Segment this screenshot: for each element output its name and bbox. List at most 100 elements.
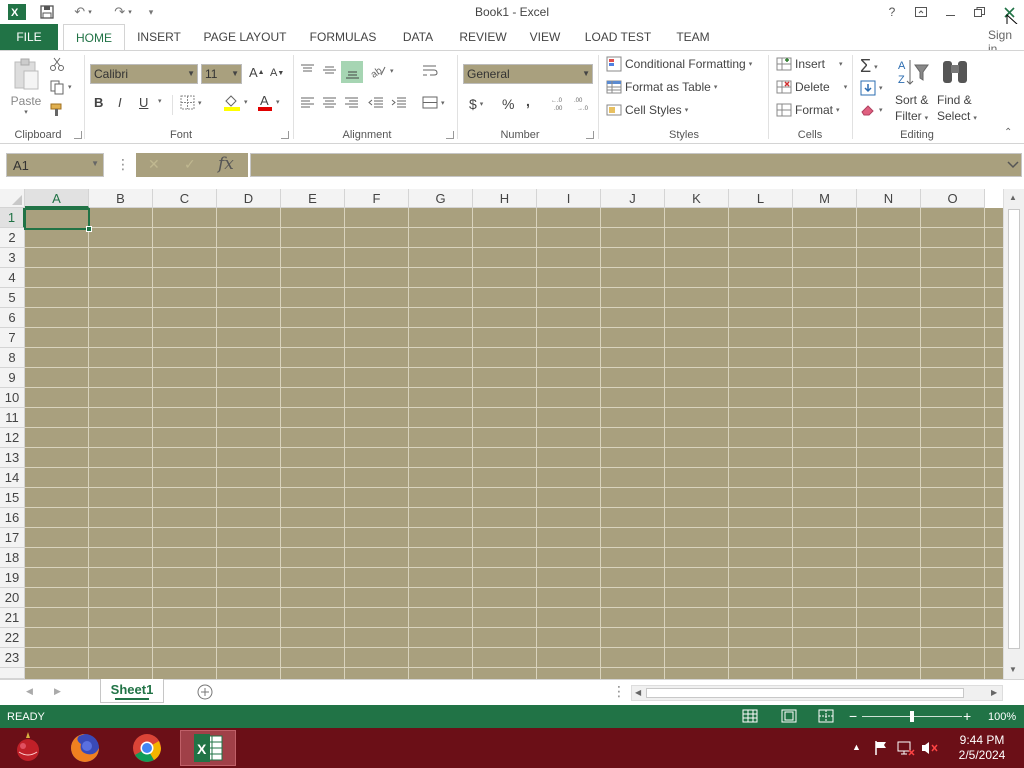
row-header[interactable]: 14 [0, 468, 25, 488]
taskbar-clock[interactable]: 9:44 PM 2/5/2024 [950, 733, 1014, 763]
column-header[interactable]: C [153, 189, 217, 208]
row-header[interactable]: 12 [0, 428, 25, 448]
vertical-scrollbar[interactable]: ▲ ▼ [1003, 189, 1024, 679]
row-header[interactable]: 13 [0, 448, 25, 468]
font-color-icon[interactable]: A ▾ [257, 93, 280, 111]
restore-icon[interactable] [968, 2, 990, 22]
row-header[interactable]: 19 [0, 568, 25, 588]
chrome-icon[interactable] [119, 730, 175, 766]
row-header[interactable]: 10 [0, 388, 25, 408]
row-header[interactable]: 9 [0, 368, 25, 388]
font-name-combo[interactable]: Calibri ▼ [90, 64, 198, 84]
align-middle-icon[interactable] [322, 63, 337, 78]
row-header[interactable]: 5 [0, 288, 25, 308]
zoom-out-icon[interactable]: − [849, 708, 857, 724]
firefox-icon[interactable] [57, 730, 113, 766]
action-center-flag-icon[interactable] [873, 740, 889, 759]
tab-view[interactable]: VIEW [525, 24, 565, 50]
page-layout-view-icon[interactable] [781, 709, 797, 726]
column-header[interactable]: J [601, 189, 665, 208]
merge-center-icon[interactable]: ▾ [422, 95, 445, 110]
row-header[interactable]: 21 [0, 608, 25, 628]
row-header[interactable]: 7 [0, 328, 25, 348]
prev-sheet-icon[interactable]: ◀ [26, 686, 33, 697]
clear-eraser-icon[interactable]: ▾ [860, 103, 883, 117]
number-launcher-icon[interactable] [586, 131, 594, 139]
increase-font-icon[interactable]: A ▲ [249, 65, 265, 80]
column-header[interactable]: L [729, 189, 793, 208]
tab-data[interactable]: DATA [396, 24, 440, 50]
formula-bar-options-icon[interactable]: ⋮ [116, 157, 130, 171]
row-header[interactable]: 6 [0, 308, 25, 328]
italic-button[interactable]: I [118, 95, 122, 110]
normal-view-icon[interactable] [742, 709, 758, 726]
fill-icon[interactable]: ▾ [860, 80, 883, 96]
column-header[interactable]: E [281, 189, 345, 208]
column-header[interactable]: F [345, 189, 409, 208]
column-header[interactable]: M [793, 189, 857, 208]
align-left-icon[interactable] [300, 95, 315, 110]
row-header[interactable]: 18 [0, 548, 25, 568]
align-bottom-icon[interactable] [341, 61, 363, 83]
active-cell[interactable] [24, 208, 90, 230]
horizontal-scrollbar[interactable]: ◀ ▶ [631, 685, 1003, 701]
tab-split-handle[interactable]: ⋮ [612, 683, 626, 700]
format-as-table-button[interactable]: Format as Table ▾ [606, 79, 717, 95]
row-header[interactable]: 2 [0, 228, 25, 248]
column-header[interactable]: H [473, 189, 537, 208]
row-header[interactable]: 11 [0, 408, 25, 428]
decrease-indent-icon[interactable] [368, 95, 384, 110]
insert-cells-button[interactable]: Insert ▾ [776, 56, 843, 72]
copy-icon[interactable]: ▾ [49, 79, 72, 95]
fill-handle[interactable] [86, 226, 92, 232]
percent-button[interactable]: % [502, 96, 514, 112]
insert-function-icon[interactable]: fx [218, 154, 234, 174]
vertical-scroll-thumb[interactable] [1008, 209, 1020, 649]
font-launcher-icon[interactable] [281, 131, 289, 139]
autosum-icon[interactable]: Σ ▾ [860, 56, 878, 77]
column-header[interactable]: K [665, 189, 729, 208]
paste-button[interactable]: Paste ▾ [6, 57, 46, 117]
row-header[interactable]: 17 [0, 528, 25, 548]
cancel-entry-icon[interactable]: ✕ [148, 156, 160, 173]
row-header[interactable]: 22 [0, 628, 25, 648]
name-box[interactable]: A1 ▼ [6, 153, 104, 177]
conditional-formatting-button[interactable]: Conditional Formatting ▾ [606, 56, 752, 72]
tab-load-test[interactable]: LOAD TEST [580, 24, 656, 50]
tab-formulas[interactable]: FORMULAS [305, 24, 381, 50]
align-center-icon[interactable] [322, 95, 337, 110]
show-hidden-icons[interactable]: ▲ [852, 742, 861, 752]
column-header[interactable]: N [857, 189, 921, 208]
tab-team[interactable]: TEAM [671, 24, 715, 50]
row-header-partial[interactable] [0, 668, 25, 679]
select-all-corner[interactable] [0, 189, 25, 208]
column-header[interactable]: A [25, 189, 89, 208]
underline-button[interactable]: U [139, 95, 148, 110]
comma-button[interactable]: , [526, 93, 530, 109]
align-right-icon[interactable] [344, 95, 359, 110]
new-sheet-icon[interactable] [197, 684, 213, 703]
start-orb-icon[interactable] [0, 730, 56, 766]
horizontal-scroll-thumb[interactable] [646, 688, 964, 698]
row-header[interactable]: 8 [0, 348, 25, 368]
tab-insert[interactable]: INSERT [131, 24, 187, 50]
sheet-tab-sheet1[interactable]: Sheet1 [100, 679, 164, 703]
help-button[interactable]: ? [881, 2, 903, 22]
format-painter-icon[interactable] [49, 102, 65, 118]
currency-button[interactable]: $ ▾ [469, 96, 483, 112]
row-header[interactable]: 23 [0, 648, 25, 668]
tab-page-layout[interactable]: PAGE LAYOUT [199, 24, 291, 50]
find-binoculars-icon[interactable] [940, 57, 970, 87]
excel-taskbar-icon[interactable]: X [180, 730, 236, 766]
scroll-up-icon[interactable]: ▲ [1009, 193, 1017, 202]
format-cells-button[interactable]: Format ▾ [776, 102, 840, 118]
clipboard-launcher-icon[interactable] [74, 131, 82, 139]
scroll-down-icon[interactable]: ▼ [1009, 665, 1017, 674]
scroll-right-icon[interactable]: ▶ [991, 688, 997, 697]
volume-muted-icon[interactable] [921, 740, 939, 759]
row-header[interactable]: 4 [0, 268, 25, 288]
column-header[interactable]: B [89, 189, 153, 208]
tab-home[interactable]: HOME [63, 24, 125, 51]
increase-indent-icon[interactable] [391, 95, 407, 110]
cut-icon[interactable] [49, 56, 65, 72]
